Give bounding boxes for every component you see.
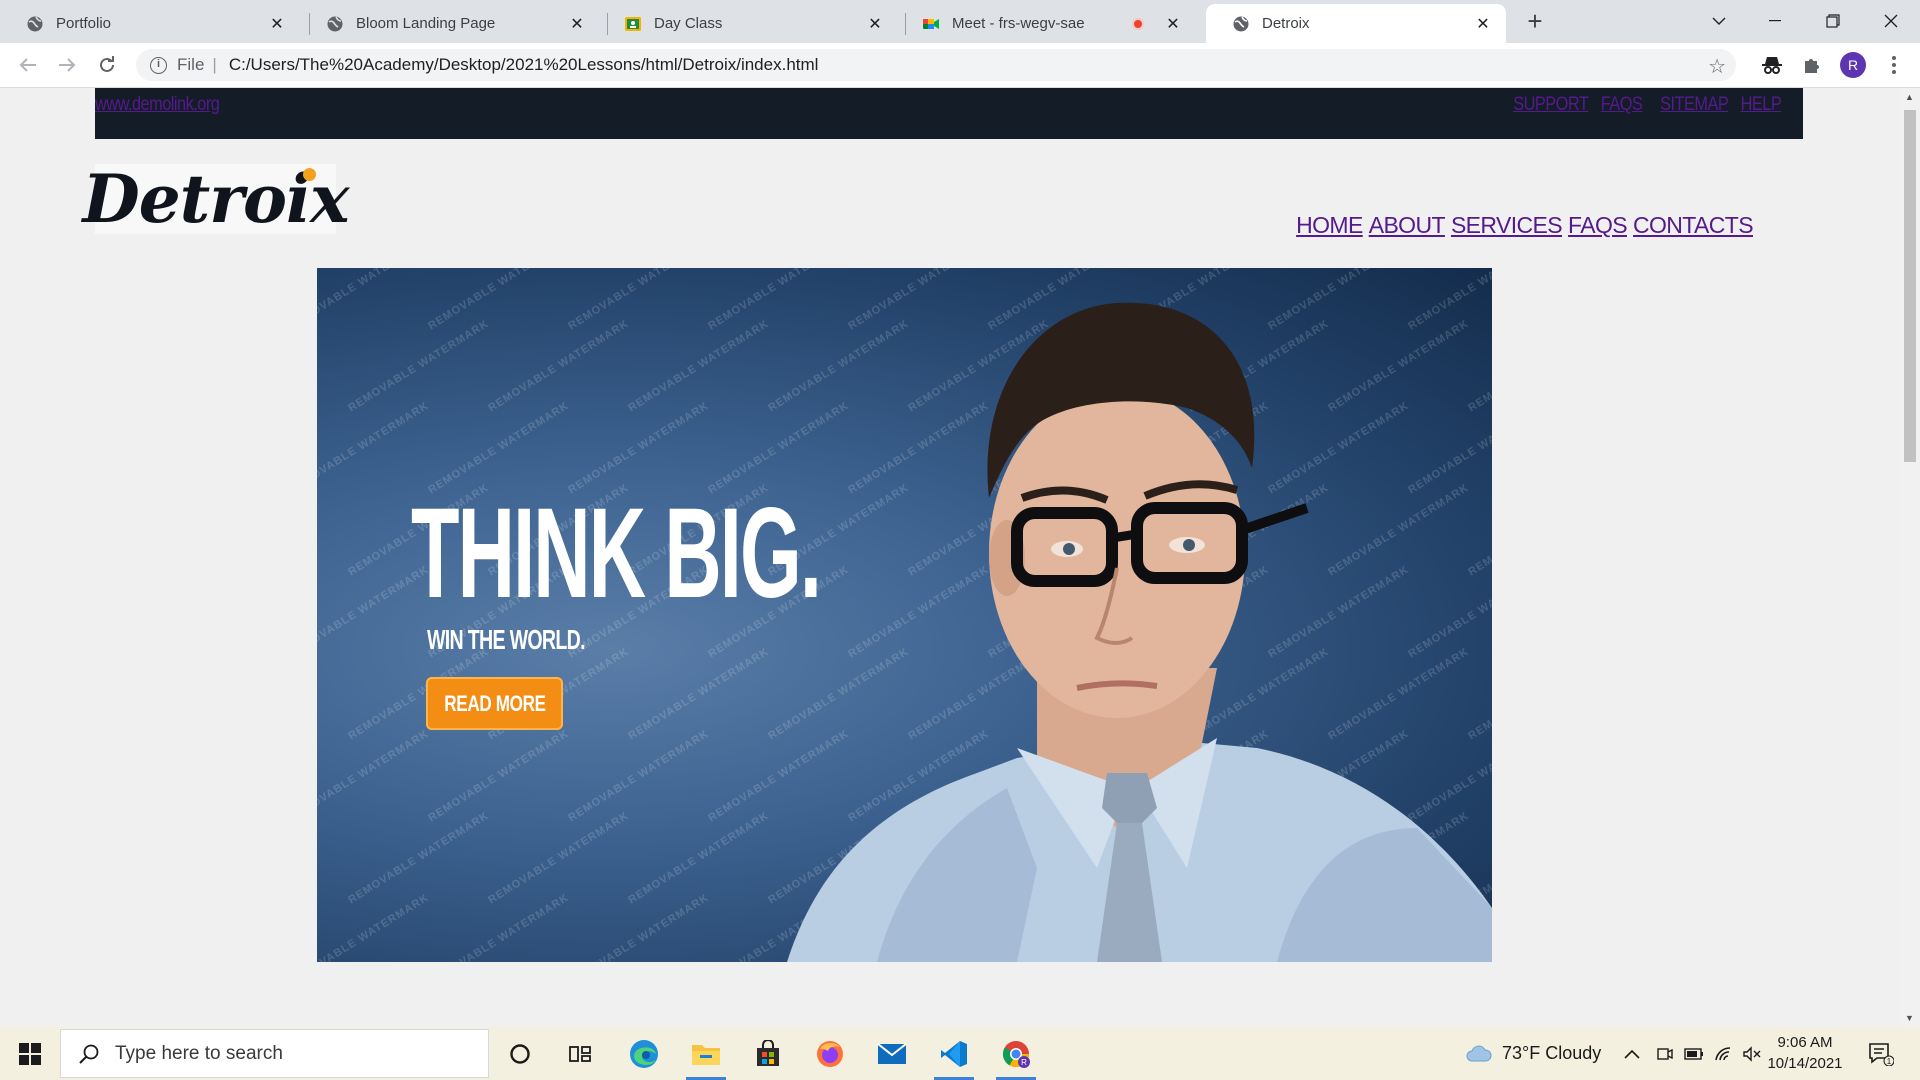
- info-icon[interactable]: i: [150, 56, 167, 74]
- clock-date: 10/14/2021: [1767, 1055, 1843, 1072]
- notification-count: 1: [1887, 1057, 1892, 1066]
- new-tab-button[interactable]: +: [1522, 8, 1548, 35]
- nav-about[interactable]: ABOUT: [1369, 212, 1446, 239]
- nav-services[interactable]: SERVICES: [1451, 212, 1563, 239]
- help-link[interactable]: HELP: [1740, 94, 1781, 116]
- logo-dot: [303, 168, 316, 181]
- browser-toolbar: i File | C:/Users/The%20Academy/Desktop/…: [0, 43, 1920, 88]
- extensions-puzzle-icon[interactable]: [1798, 51, 1826, 79]
- forward-icon[interactable]: [53, 51, 81, 79]
- tab-bloom[interactable]: Bloom Landing Page ✕: [300, 4, 600, 43]
- globe-icon: [326, 15, 344, 33]
- page-viewport: www.demolink.org SUPPORT FAQS SITEMAP HE…: [0, 88, 1900, 1027]
- site-logo[interactable]: Detroix: [83, 160, 350, 238]
- scroll-down-arrow-icon[interactable]: ▼: [1905, 1013, 1914, 1023]
- tab-title: Detroix: [1262, 15, 1310, 32]
- battery-icon[interactable]: [1684, 1027, 1704, 1080]
- recording-icon: [1132, 17, 1144, 30]
- action-center-icon[interactable]: 1: [1868, 1027, 1894, 1080]
- edge-icon[interactable]: [618, 1027, 670, 1080]
- main-nav: HOME ABOUT SERVICES FAQS CONTACTS: [1296, 212, 1754, 239]
- weather-text: 73°F Cloudy: [1502, 1043, 1602, 1063]
- scheme-label: File: [177, 55, 205, 74]
- nav-faqs[interactable]: FAQS: [1568, 212, 1628, 239]
- read-more-label: READ MORE: [443, 690, 546, 716]
- support-link[interactable]: SUPPORT: [1513, 94, 1589, 116]
- tab-detroix[interactable]: Detroix ✕: [1206, 4, 1506, 43]
- address-bar[interactable]: i File | C:/Users/The%20Academy/Desktop/…: [136, 49, 1736, 81]
- hero-headline: THINK BIG.: [411, 482, 822, 625]
- top-bar: www.demolink.org SUPPORT FAQS SITEMAP HE…: [95, 88, 1803, 139]
- taskbar-search-input[interactable]: Type here to search: [60, 1029, 489, 1078]
- sitemap-link[interactable]: SITEMAP: [1660, 94, 1729, 116]
- reload-icon[interactable]: [93, 51, 121, 79]
- firefox-icon[interactable]: [804, 1027, 856, 1080]
- mail-icon[interactable]: [866, 1027, 918, 1080]
- show-hidden-icons-chevron-icon[interactable]: [1624, 1027, 1640, 1080]
- faqs-top-link[interactable]: FAQS: [1601, 94, 1643, 116]
- site-link[interactable]: www.demolink.org: [95, 94, 220, 116]
- close-icon[interactable]: ✕: [1164, 15, 1182, 33]
- incognito-extension-icon[interactable]: [1758, 51, 1786, 79]
- nav-home[interactable]: HOME: [1296, 212, 1363, 239]
- tab-search-icon[interactable]: [1696, 6, 1742, 36]
- scroll-up-arrow-icon[interactable]: ▲: [1905, 92, 1914, 102]
- browser-menu-icon[interactable]: [1884, 52, 1904, 78]
- windows-taskbar: Type here to search R 73°F Cloudy 9:06 A…: [0, 1027, 1920, 1080]
- store-icon[interactable]: [742, 1027, 794, 1080]
- system-clock[interactable]: 9:06 AM 10/14/2021: [1766, 1032, 1844, 1074]
- close-icon[interactable]: ✕: [866, 15, 884, 33]
- tab-title: Meet - frs-wegv-sae: [952, 15, 1085, 32]
- profile-avatar[interactable]: R: [1840, 52, 1866, 78]
- bookmark-star-icon[interactable]: ☆: [1708, 54, 1726, 79]
- file-explorer-icon[interactable]: [680, 1027, 732, 1080]
- close-icon[interactable]: ✕: [568, 15, 586, 33]
- url-text[interactable]: C:/Users/The%20Academy/Desktop/2021%20Le…: [229, 55, 819, 75]
- tab-portfolio[interactable]: Portfolio ✕: [0, 4, 300, 43]
- close-icon[interactable]: ✕: [1474, 15, 1492, 33]
- vscode-icon[interactable]: [928, 1027, 980, 1080]
- hero-banner: REMOVABLE WATERMARKREMOVABLE WATERMARKRE…: [317, 268, 1492, 962]
- task-view-icon[interactable]: [554, 1027, 606, 1080]
- windows-start-icon[interactable]: [0, 1027, 60, 1080]
- cortana-icon[interactable]: [494, 1027, 546, 1080]
- utility-links: SUPPORT FAQS SITEMAP HELP: [1501, 94, 1781, 116]
- google-meet-icon: [922, 15, 940, 33]
- meet-now-icon[interactable]: [1656, 1027, 1674, 1080]
- weather-widget[interactable]: 73°F Cloudy: [1466, 1027, 1601, 1080]
- tab-meet[interactable]: Meet - frs-wegv-sae ✕: [896, 4, 1196, 43]
- nav-contacts[interactable]: CONTACTS: [1633, 212, 1754, 239]
- page-scrollbar[interactable]: ▲ ▼: [1900, 88, 1920, 1027]
- divider: |: [212, 55, 217, 74]
- read-more-button[interactable]: READ MORE: [426, 677, 563, 730]
- restore-icon[interactable]: [1810, 6, 1856, 36]
- volume-muted-icon[interactable]: [1742, 1027, 1762, 1080]
- search-icon: [79, 1044, 99, 1064]
- clock-time: 9:06 AM: [1777, 1034, 1833, 1051]
- tab-title: Portfolio: [56, 15, 112, 32]
- back-icon[interactable]: [14, 51, 42, 79]
- globe-icon: [26, 15, 44, 33]
- tab-strip: Portfolio ✕ Bloom Landing Page ✕ Day Cla…: [0, 0, 1920, 43]
- tab-day-class[interactable]: Day Class ✕: [598, 4, 898, 43]
- hero-subline: WIN THE WORLD.: [427, 624, 586, 655]
- globe-icon: [1232, 15, 1250, 33]
- minimize-icon[interactable]: [1752, 6, 1798, 36]
- wifi-icon[interactable]: [1714, 1027, 1734, 1080]
- cloud-icon: [1466, 1045, 1492, 1061]
- scroll-thumb[interactable]: [1904, 110, 1916, 462]
- google-classroom-icon: [624, 15, 642, 33]
- close-icon[interactable]: ✕: [268, 15, 286, 33]
- svg-text:R: R: [1021, 1058, 1027, 1067]
- tab-title: Day Class: [654, 15, 723, 32]
- tab-title: Bloom Landing Page: [356, 15, 496, 32]
- close-window-icon[interactable]: [1868, 6, 1914, 36]
- chrome-icon[interactable]: R: [990, 1027, 1042, 1080]
- search-placeholder: Type here to search: [115, 1042, 283, 1064]
